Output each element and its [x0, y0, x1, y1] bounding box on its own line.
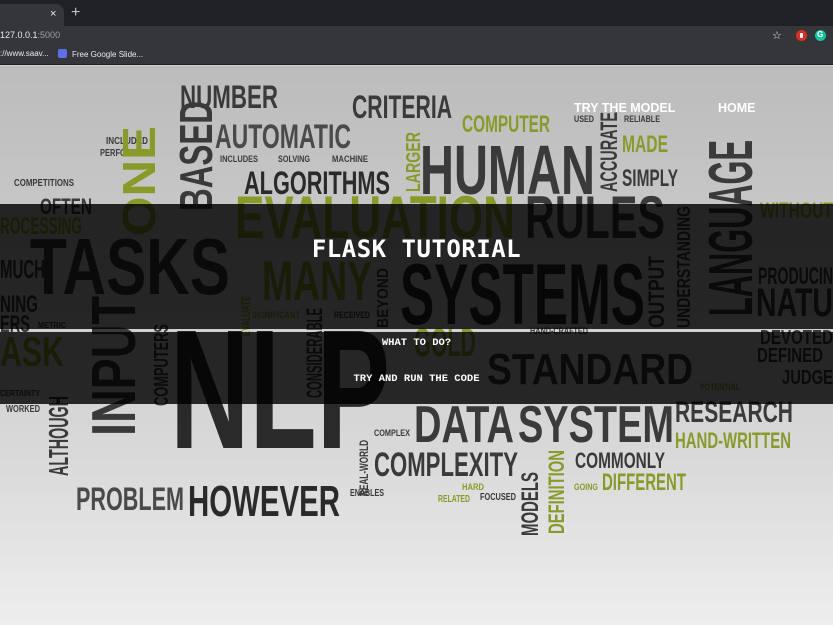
- what-to-do-heading: WHAT TO DO?: [381, 337, 452, 349]
- svg-text:COMPETITIONS: COMPETITIONS: [14, 178, 74, 189]
- svg-text:ALTHOUGH: ALTHOUGH: [43, 396, 74, 476]
- svg-text:PROBLEM: PROBLEM: [76, 481, 184, 517]
- svg-text:GOING: GOING: [574, 482, 598, 492]
- bookmark-item[interactable]: ://www.saav...: [0, 49, 49, 58]
- svg-text:DIFFERENT: DIFFERENT: [602, 469, 686, 496]
- address-host: 127.0.0.1: [0, 30, 38, 40]
- slides-icon: [58, 49, 67, 58]
- extension-icon[interactable]: [796, 30, 807, 41]
- svg-text:SYSTEM: SYSTEM: [518, 396, 674, 454]
- svg-text:AUTOMATIC: AUTOMATIC: [215, 118, 351, 156]
- nav-home[interactable]: HOME: [718, 101, 756, 115]
- browser-toolbar: [0, 26, 833, 45]
- svg-text:REAL-WORLD: REAL-WORLD: [357, 440, 371, 496]
- bookmark-label: ://www.saav...: [0, 49, 49, 58]
- svg-text:BASED: BASED: [170, 101, 222, 211]
- svg-text:CRITERIA: CRITERIA: [352, 89, 452, 125]
- svg-text:SOLVING: SOLVING: [278, 154, 310, 164]
- svg-text:MADE: MADE: [622, 131, 668, 158]
- page-title: FLASK TUTORIAL: [311, 235, 522, 263]
- svg-text:FOCUSED: FOCUSED: [480, 492, 516, 503]
- close-icon[interactable]: ×: [50, 9, 56, 20]
- star-icon[interactable]: ☆: [772, 29, 782, 42]
- svg-text:HOWEVER: HOWEVER: [188, 477, 340, 526]
- svg-text:USED: USED: [574, 114, 594, 124]
- address-port: :5000: [37, 30, 61, 40]
- try-and-run-text: TRY AND RUN THE CODE: [353, 373, 480, 385]
- grammarly-icon[interactable]: [815, 30, 826, 41]
- browser-tab[interactable]: ×: [0, 4, 64, 26]
- svg-text:RELATED: RELATED: [438, 494, 470, 505]
- nav-try-the-model[interactable]: TRY THE MODEL: [574, 101, 675, 115]
- svg-text:RELIABLE: RELIABLE: [624, 114, 660, 124]
- svg-text:ACCURATE: ACCURATE: [596, 112, 623, 192]
- svg-text:INCLUDES: INCLUDES: [220, 154, 258, 164]
- svg-text:COMPLEXITY: COMPLEXITY: [374, 446, 518, 484]
- bookmark-item[interactable]: Free Google Slide...: [58, 49, 143, 59]
- new-tab-icon[interactable]: +: [71, 4, 80, 22]
- address-bar[interactable]: 127.0.0.1:5000: [0, 30, 60, 40]
- svg-text:LARGER: LARGER: [403, 132, 425, 192]
- svg-text:COMPLEX: COMPLEX: [374, 428, 410, 438]
- svg-text:DEFINITION: DEFINITION: [544, 450, 569, 534]
- page-background: NUMBER CRITERIA AUTOMATIC COMPUTER HUMAN…: [0, 66, 833, 625]
- svg-text:HAND-WRITTEN: HAND-WRITTEN: [675, 428, 791, 453]
- svg-text:MODELS: MODELS: [517, 472, 544, 536]
- tab-strip: × +: [0, 0, 833, 26]
- hero-overlay-band: [0, 204, 833, 329]
- bookmarks-bar: ://www.saav... Free Google Slide...: [0, 45, 833, 65]
- bookmark-label: Free Google Slide...: [72, 50, 144, 59]
- svg-text:WORKED: WORKED: [6, 404, 40, 415]
- svg-text:MACHINE: MACHINE: [332, 154, 368, 164]
- svg-text:HARD: HARD: [462, 482, 484, 492]
